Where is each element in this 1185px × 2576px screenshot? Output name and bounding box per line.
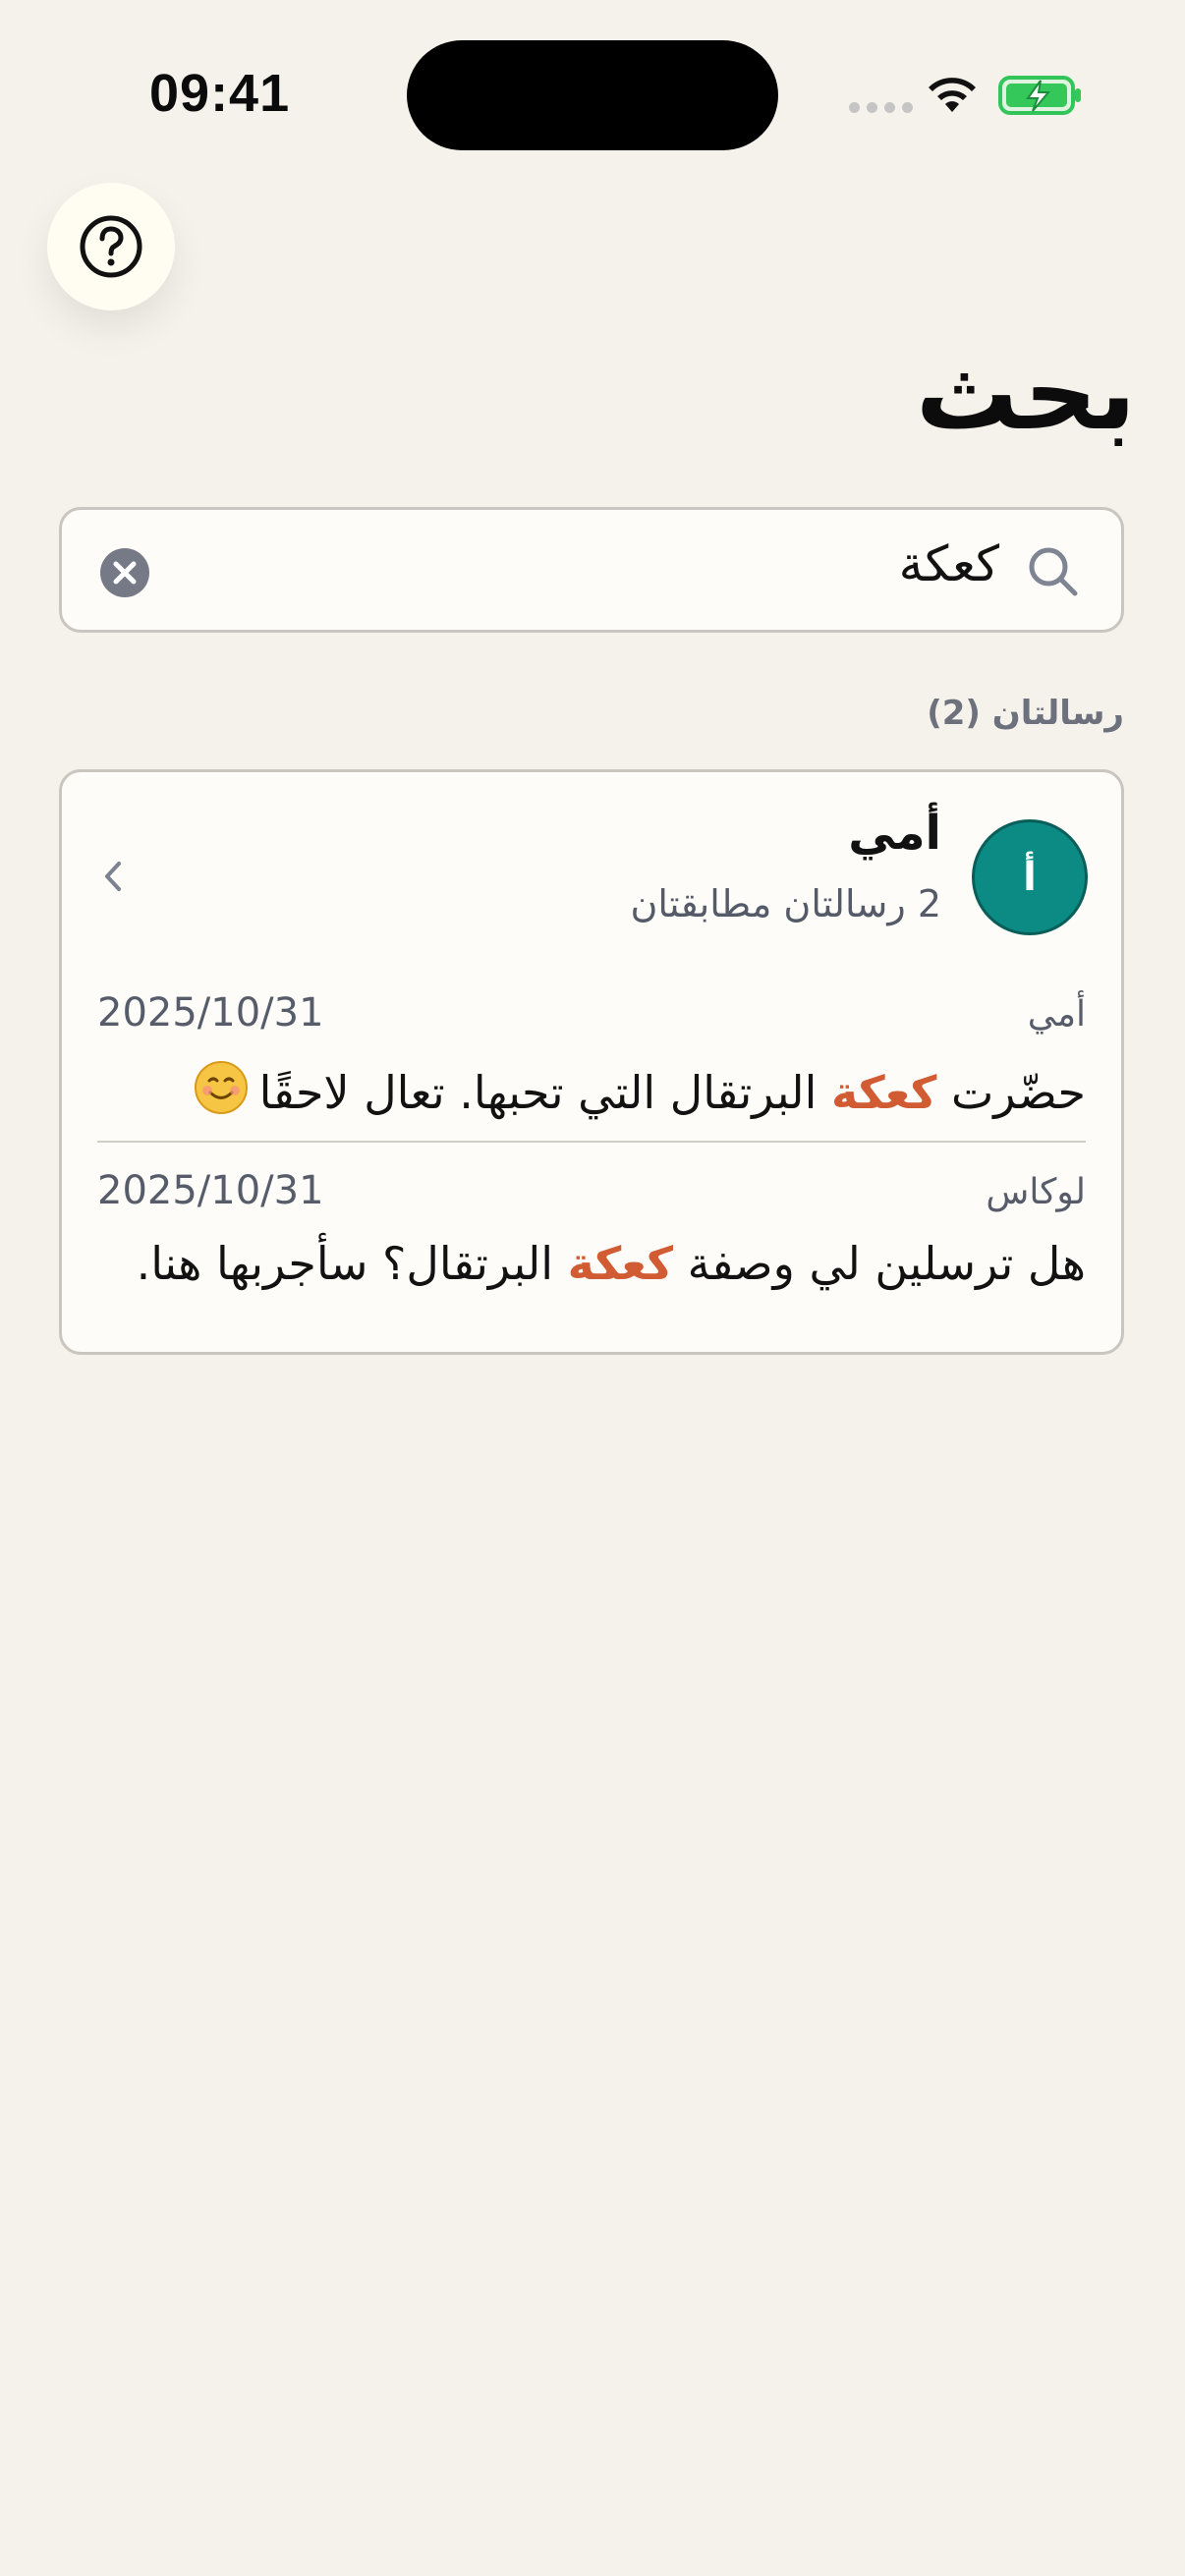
avatar: أ — [972, 819, 1088, 935]
message-text: هل ترسلين لي وصفة كعكة البرتقال؟ سأجربها… — [137, 1237, 1086, 1290]
message-divider — [97, 1141, 1086, 1143]
message-date: 2025/10/31 — [97, 990, 324, 1036]
message-date: 2025/10/31 — [97, 1168, 324, 1213]
message-sender: أمي — [1027, 994, 1086, 1035]
search-icon — [1029, 547, 1078, 596]
search-input[interactable]: كعكة — [899, 535, 999, 592]
search-field[interactable]: كعكة — [59, 507, 1124, 633]
results-count: رسالتان (2) — [927, 694, 1124, 733]
status-time: 09:41 — [149, 64, 291, 123]
wifi-icon — [929, 78, 976, 112]
contact-name: أمي — [848, 806, 941, 861]
message-text-after: البرتقال؟ سأجربها هنا. — [136, 1237, 568, 1290]
search-highlight: كعكة — [830, 1066, 937, 1119]
smiling-face-icon — [193, 1059, 250, 1127]
message-text-before: حضّرت — [936, 1066, 1086, 1119]
page-title: بحث — [915, 333, 1136, 453]
message-text-after: البرتقال التي تحبها. تعال لاحقًا — [258, 1066, 831, 1119]
question-mark-circle-icon — [80, 215, 142, 278]
message-text: حضّرت كعكة البرتقال التي تحبها. تعال لاح… — [193, 1059, 1086, 1127]
dynamic-island — [407, 40, 778, 150]
battery-charging-icon — [998, 76, 1081, 115]
message-text-before: هل ترسلين لي وصفة — [673, 1237, 1086, 1290]
chevron-left-icon[interactable] — [97, 855, 129, 898]
cellular-signal-icon — [849, 102, 913, 113]
clear-search-icon[interactable] — [99, 547, 150, 598]
match-count: 2 رسالتان مطابقتان — [630, 882, 942, 925]
help-button[interactable] — [47, 183, 175, 310]
message-sender: لوكاس — [986, 1172, 1086, 1212]
search-result-card[interactable]: أ أمي 2 رسالتان مطابقتان أمي 2025/10/31 … — [59, 769, 1124, 1355]
search-highlight: كعكة — [567, 1237, 673, 1290]
